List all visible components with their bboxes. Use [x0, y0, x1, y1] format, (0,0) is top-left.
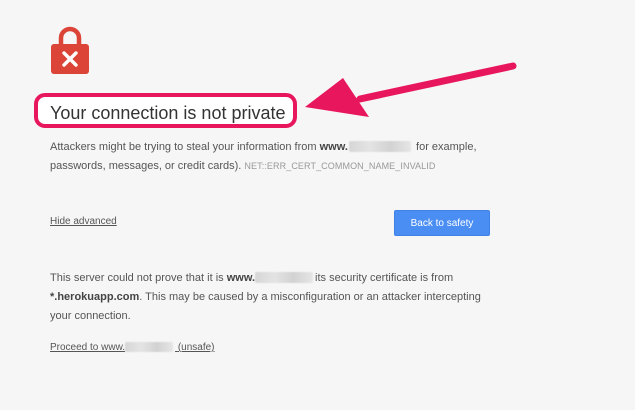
cert-domain: *.herokuapp.com: [50, 291, 140, 303]
proceed-suffix: (unsafe): [177, 342, 215, 353]
back-to-safety-button[interactable]: Back to safety: [394, 210, 490, 236]
blurred-domain: [125, 342, 174, 352]
interstitial-page: Your connection is not private Attackers…: [0, 0, 635, 410]
proceed-unsafe-link[interactable]: Proceed to www. (unsafe): [50, 342, 215, 353]
intro-text-before: Attackers might be trying to steal your …: [50, 141, 317, 153]
lock-error-icon: [51, 26, 89, 74]
error-code[interactable]: NET::ERR_CERT_COMMON_NAME_INVALID: [244, 161, 435, 171]
intro-domain-prefix: www.: [319, 141, 348, 153]
blurred-domain: [348, 141, 411, 152]
details-text-1: This server could not prove that it is: [50, 272, 224, 284]
page-title: Your connection is not private: [50, 103, 286, 123]
proceed-prefix: Proceed to www.: [50, 342, 126, 353]
blurred-domain: [255, 272, 314, 283]
details-text-2: its security certificate is from: [315, 272, 454, 284]
details-paragraph: This server could not prove that it is w…: [50, 269, 495, 326]
details-domain-prefix: www.: [226, 272, 256, 284]
hide-advanced-link[interactable]: Hide advanced: [50, 216, 117, 227]
intro-paragraph: Attackers might be trying to steal your …: [50, 138, 490, 176]
